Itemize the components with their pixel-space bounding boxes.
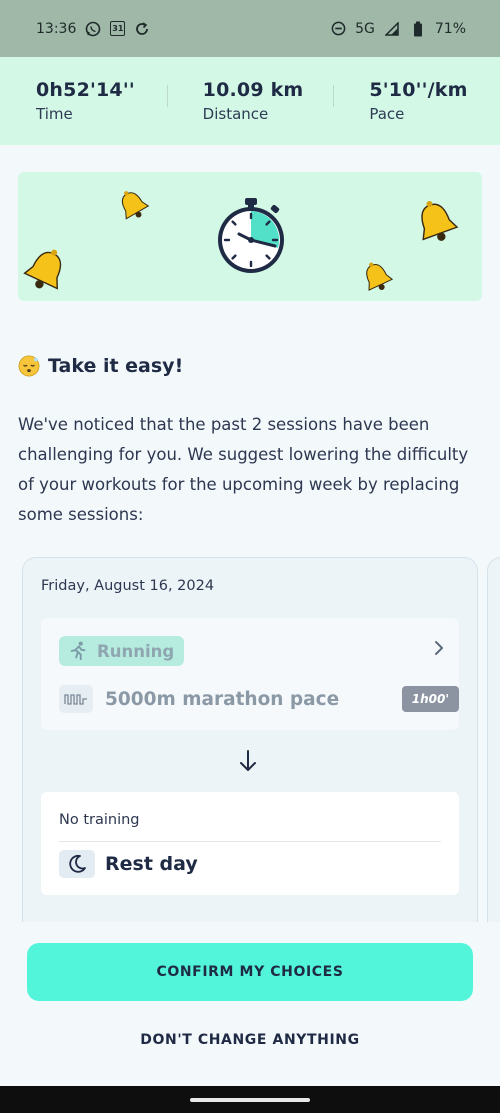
replacement-name: Rest day — [105, 853, 198, 875]
replacement-label: No training — [59, 812, 140, 828]
replacement-session[interactable]: No training Rest day — [41, 792, 459, 895]
sync-icon — [133, 20, 151, 38]
bell-icon — [121, 191, 150, 220]
stat-distance: 10.09 km Distance — [166, 79, 334, 123]
status-time: 13:36 — [36, 20, 77, 37]
sport-badge: Running — [59, 636, 185, 666]
home-handle[interactable] — [190, 1098, 310, 1102]
interval-icon — [59, 685, 93, 713]
signal-icon — [383, 20, 401, 38]
stat-value: 10.09 km — [202, 79, 304, 101]
sport-label: Running — [97, 641, 175, 661]
stat-pace: 5'10''/km Pace — [333, 79, 500, 123]
network-label: 5G — [355, 20, 375, 37]
status-bar: 13:36 31 5G 71% — [0, 0, 500, 57]
stopwatch-icon — [218, 198, 284, 273]
stat-value: 5'10''/km — [369, 79, 468, 101]
status-left: 13:36 31 — [36, 20, 151, 38]
system-nav-bar — [0, 1086, 500, 1113]
battery-icon — [409, 20, 427, 38]
workout-stats: 0h52'14'' Time 10.09 km Distance 5'10''/… — [0, 57, 500, 145]
page-heading: Take it easy! — [18, 355, 183, 377]
session-card: Friday, August 16, 2024 Running 5000m ma… — [22, 557, 478, 977]
stat-label: Time — [36, 105, 73, 123]
bell-icon — [421, 200, 459, 241]
confirm-button[interactable]: CONFIRM MY CHOICES — [27, 943, 473, 1001]
running-icon — [70, 641, 86, 661]
rest-row: Rest day — [59, 850, 198, 878]
session-date: Friday, August 16, 2024 — [41, 578, 215, 594]
divider — [59, 841, 441, 842]
stat-value: 0h52'14'' — [36, 79, 135, 101]
workout-row: 5000m marathon pace 1h00' — [59, 684, 459, 714]
stat-label: Distance — [202, 105, 269, 123]
status-right: 5G 71% — [329, 20, 466, 38]
stat-time: 0h52'14'' Time — [0, 79, 167, 123]
duration-badge: 1h00' — [401, 686, 459, 712]
heading-title: Take it easy! — [48, 355, 184, 377]
whatsapp-icon — [84, 20, 102, 38]
calendar-icon: 31 — [110, 21, 126, 36]
chevron-right-icon[interactable] — [433, 640, 445, 661]
workout-name: 5000m marathon pace — [105, 688, 340, 710]
arrow-down-icon — [240, 750, 256, 771]
original-session[interactable]: Running 5000m marathon pace 1h00' — [41, 618, 459, 730]
dont-change-button[interactable]: DON'T CHANGE ANYTHING — [27, 1022, 473, 1058]
moon-icon — [59, 850, 95, 878]
illustration-banner — [18, 172, 482, 301]
bell-icon — [366, 262, 394, 291]
sleeping-face-icon — [18, 355, 40, 377]
stat-label: Pace — [369, 105, 405, 123]
next-card-peek[interactable] — [487, 557, 500, 977]
battery-level: 71% — [434, 20, 466, 37]
dnd-icon — [329, 20, 347, 38]
bell-icon — [23, 249, 62, 290]
description-text: We've noticed that the past 2 sessions h… — [18, 415, 469, 524]
